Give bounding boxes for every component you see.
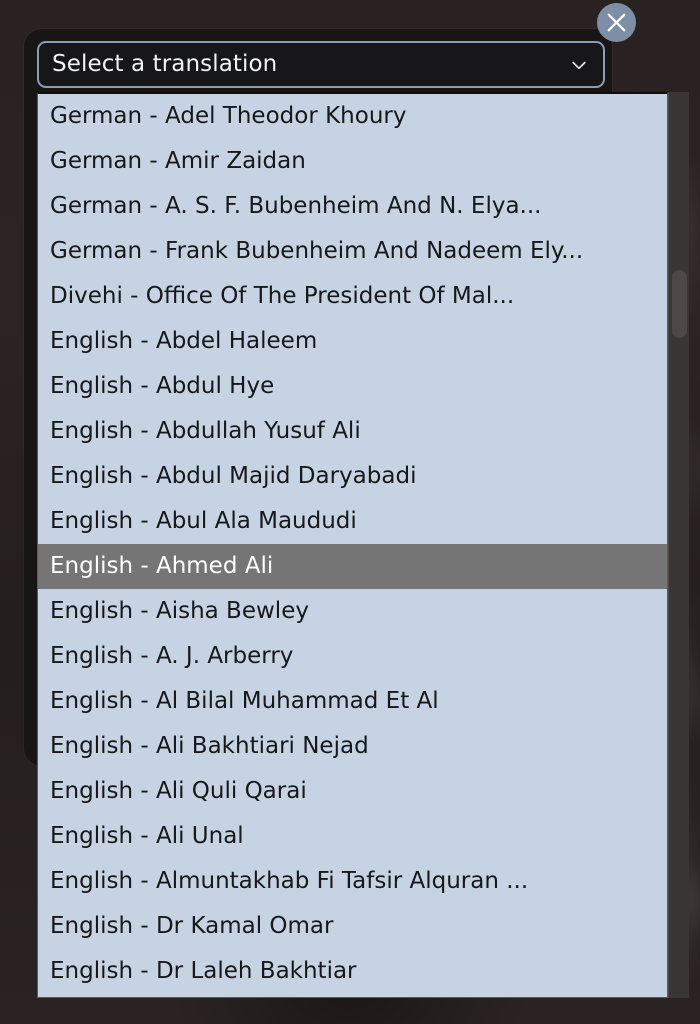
option-label: Divehi - Office Of The President Of Mal.… bbox=[50, 283, 515, 309]
option-row[interactable]: English - Dr Kamal Omar bbox=[38, 904, 667, 949]
dropdown-scrollbar[interactable] bbox=[668, 92, 689, 998]
option-row[interactable]: English - Dr Laleh Bakhtiar bbox=[38, 949, 667, 994]
option-row[interactable]: English - Abdullah Yusuf Ali bbox=[38, 409, 667, 454]
option-row[interactable]: English - Al Bilal Muhammad Et Al bbox=[38, 679, 667, 724]
option-label: English - Ali Unal bbox=[50, 823, 244, 849]
option-row[interactable]: German - Amir Zaidan bbox=[38, 139, 667, 184]
close-icon[interactable] bbox=[597, 3, 636, 42]
option-row[interactable]: English - Abdel Haleem bbox=[38, 319, 667, 364]
translation-option-list[interactable]: German - Adel Theodor Khoury German - Ami… bbox=[37, 92, 668, 998]
option-label: English - Abul Ala Maududi bbox=[50, 508, 357, 534]
option-row[interactable]: English - Almuntakhab Fi Tafsir Alquran … bbox=[38, 859, 667, 904]
option-label: English - Almuntakhab Fi Tafsir Alquran … bbox=[50, 868, 529, 894]
option-label: English - Ali Bakhtiari Nejad bbox=[50, 733, 369, 759]
dropdown-scrollbar-thumb[interactable] bbox=[672, 270, 687, 338]
page-root: Select a translation German - Adel Theod… bbox=[0, 0, 700, 1024]
option-row[interactable]: English - Abdul Majid Daryabadi bbox=[38, 454, 667, 499]
translation-select-combobox[interactable]: Select a translation bbox=[37, 41, 605, 88]
option-label: English - A. J. Arberry bbox=[50, 643, 294, 669]
chevron-down-icon bbox=[572, 61, 586, 69]
option-row[interactable]: English - A. J. Arberry bbox=[38, 634, 667, 679]
option-label: English - Abdel Haleem bbox=[50, 328, 318, 354]
option-label: English - Al Bilal Muhammad Et Al bbox=[50, 688, 439, 714]
option-row[interactable]: English - Ali Unal bbox=[38, 814, 667, 859]
option-row[interactable]: English - Ali Bakhtiari Nejad bbox=[38, 724, 667, 769]
option-row[interactable]: English - Ali Quli Qarai bbox=[38, 769, 667, 814]
option-label: German - Adel Theodor Khoury bbox=[50, 103, 407, 129]
option-label: German - Amir Zaidan bbox=[50, 148, 306, 174]
option-row[interactable]: German - Frank Bubenheim And Nadeem Ely.… bbox=[38, 229, 667, 274]
option-label: English - Ali Quli Qarai bbox=[50, 778, 307, 804]
option-row[interactable]: English - Abdul Hye bbox=[38, 364, 667, 409]
option-label: English - Ahmed Ali bbox=[50, 553, 274, 579]
option-label: English - Aisha Bewley bbox=[50, 598, 309, 624]
option-row[interactable]: Divehi - Office Of The President Of Mal.… bbox=[38, 274, 667, 319]
option-label: German - Frank Bubenheim And Nadeem Ely.… bbox=[50, 238, 584, 264]
option-row[interactable]: English - Abul Ala Maududi bbox=[38, 499, 667, 544]
option-row[interactable]: English - Aisha Bewley bbox=[38, 589, 667, 634]
option-row[interactable]: English - Ahmed Ali bbox=[38, 544, 667, 589]
close-x-icon bbox=[607, 13, 626, 32]
option-label: German - A. S. F. Bubenheim And N. Elya.… bbox=[50, 193, 542, 219]
option-row[interactable]: German - Adel Theodor Khoury bbox=[38, 94, 667, 139]
translation-select-value: Select a translation bbox=[52, 53, 278, 76]
option-label: English - Dr Kamal Omar bbox=[50, 913, 334, 939]
option-label: English - Abdul Hye bbox=[50, 373, 275, 399]
option-label: English - Abdullah Yusuf Ali bbox=[50, 418, 361, 444]
option-label: English - Abdul Majid Daryabadi bbox=[50, 463, 417, 489]
option-label: English - Dr Laleh Bakhtiar bbox=[50, 958, 357, 984]
option-row[interactable]: German - A. S. F. Bubenheim And N. Elya.… bbox=[38, 184, 667, 229]
